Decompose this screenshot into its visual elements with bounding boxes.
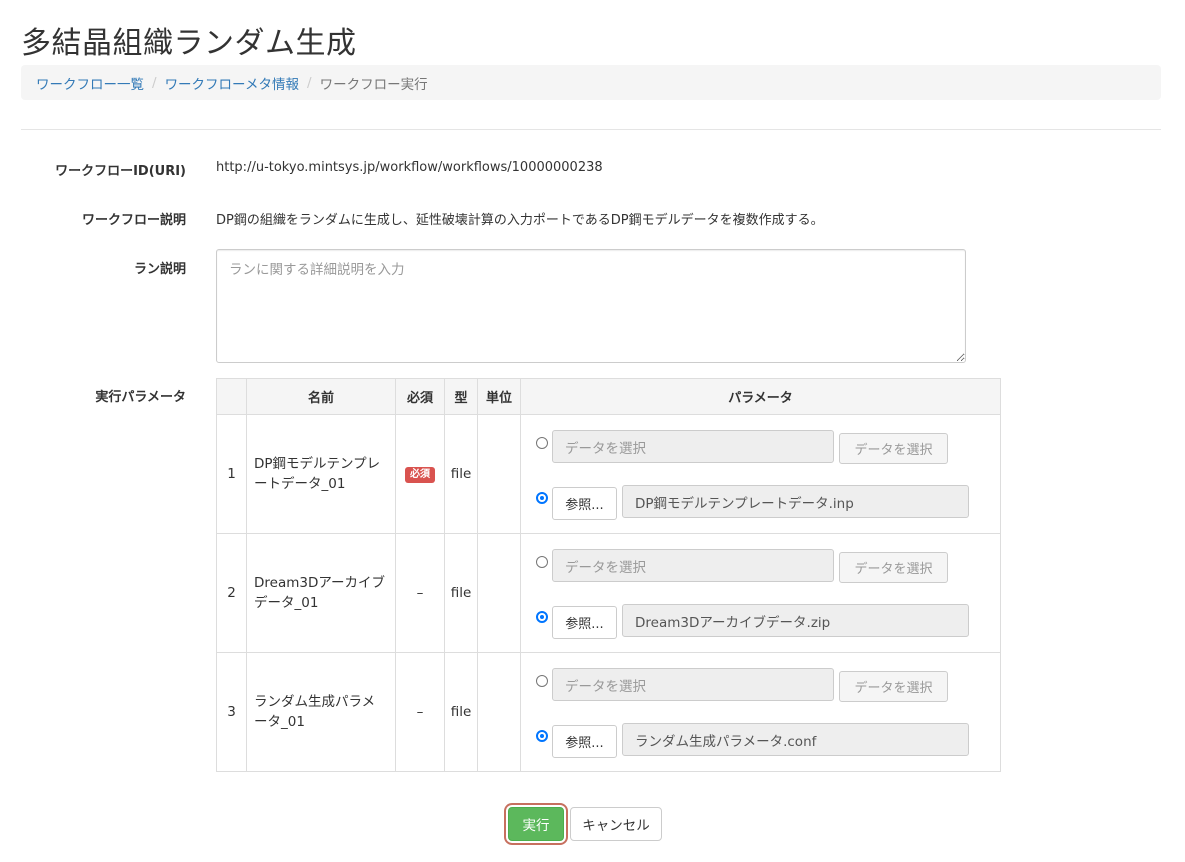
row-name: ランダム生成パラメータ_01 bbox=[246, 652, 396, 772]
col-header-unit: 単位 bbox=[477, 378, 521, 415]
data-select-button[interactable]: データを選択 bbox=[839, 671, 948, 702]
workflow-description-value: DP鋼の組織をランダムに生成し、延性破壊計算の入力ポートであるDP鋼モデルデータ… bbox=[216, 213, 824, 228]
data-select-input[interactable]: データを選択 bbox=[552, 430, 834, 463]
data-select-row: データを選択 データを選択 bbox=[536, 549, 948, 583]
data-select-row: データを選択 データを選択 bbox=[536, 430, 948, 464]
workflow-id-value: http://u-tokyo.mintsys.jp/workflow/workf… bbox=[216, 160, 603, 175]
col-header-type: 型 bbox=[444, 378, 478, 415]
radio-data-select[interactable] bbox=[536, 555, 548, 568]
row-type: file bbox=[444, 414, 478, 534]
breadcrumb: ワークフロー一覧 / ワークフローメタ情報 / ワークフロー実行 bbox=[21, 65, 1161, 100]
run-description-label: ラン説明 bbox=[133, 262, 186, 277]
breadcrumb-link-workflow-list[interactable]: ワークフロー一覧 bbox=[36, 73, 144, 93]
row-num: 3 bbox=[216, 652, 247, 772]
radio-file-browse[interactable] bbox=[536, 729, 548, 742]
file-name-input[interactable]: Dream3Dアーカイブデータ.zip bbox=[622, 604, 969, 637]
workflow-id-label: ワークフローID(URI) bbox=[55, 164, 186, 179]
file-browse-row: 参照... ランダム生成パラメータ.conf bbox=[536, 723, 969, 758]
row-unit bbox=[477, 652, 521, 772]
row-type: file bbox=[444, 652, 478, 772]
radio-data-select[interactable] bbox=[536, 674, 548, 687]
table-row: 1 DP鋼モデルテンプレートデータ_01 必須 file データを選択 データを… bbox=[216, 414, 1001, 534]
divider bbox=[21, 129, 1161, 130]
radio-file-browse[interactable] bbox=[536, 610, 548, 623]
cancel-button[interactable]: キャンセル bbox=[570, 807, 662, 841]
run-params-label: 実行パラメータ bbox=[95, 390, 186, 405]
file-name-input[interactable]: ランダム生成パラメータ.conf bbox=[622, 723, 969, 756]
radio-data-select[interactable] bbox=[536, 436, 548, 449]
required-badge: 必須 bbox=[405, 467, 435, 483]
radio-file-browse[interactable] bbox=[536, 491, 548, 504]
col-header-num bbox=[216, 378, 247, 415]
row-required: – bbox=[395, 652, 445, 772]
breadcrumb-separator: / bbox=[152, 74, 157, 91]
data-select-button[interactable]: データを選択 bbox=[839, 552, 948, 583]
file-name-input[interactable]: DP鋼モデルテンプレートデータ.inp bbox=[622, 485, 969, 518]
row-required: – bbox=[395, 533, 445, 653]
breadcrumb-separator: / bbox=[307, 74, 312, 91]
workflow-description-label: ワークフロー説明 bbox=[81, 213, 186, 228]
table-row: 3 ランダム生成パラメータ_01 – file データを選択 データを選択 参照… bbox=[216, 652, 1001, 772]
row-name: Dream3Dアーカイブデータ_01 bbox=[246, 533, 396, 653]
page-title: 多結晶組織ランダム生成 bbox=[21, 26, 357, 61]
col-header-required: 必須 bbox=[395, 378, 445, 415]
file-browse-row: 参照... Dream3Dアーカイブデータ.zip bbox=[536, 604, 969, 639]
table-header-row: 名前 必須 型 単位 パラメータ bbox=[216, 378, 1001, 415]
browse-button[interactable]: 参照... bbox=[552, 606, 617, 639]
run-description-input[interactable] bbox=[216, 249, 966, 363]
breadcrumb-link-workflow-meta[interactable]: ワークフローメタ情報 bbox=[165, 73, 299, 93]
row-type: file bbox=[444, 533, 478, 653]
data-select-button[interactable]: データを選択 bbox=[839, 433, 948, 464]
row-num: 2 bbox=[216, 533, 247, 653]
table-row: 2 Dream3Dアーカイブデータ_01 – file データを選択 データを選… bbox=[216, 533, 1001, 653]
data-select-input[interactable]: データを選択 bbox=[552, 549, 834, 582]
data-select-input[interactable]: データを選択 bbox=[552, 668, 834, 701]
params-table: 名前 必須 型 単位 パラメータ 1 DP鋼モデルテンプレートデータ_01 必須… bbox=[216, 378, 1001, 772]
row-required: 必須 bbox=[395, 414, 445, 534]
row-unit bbox=[477, 533, 521, 653]
breadcrumb-current: ワークフロー実行 bbox=[319, 76, 428, 93]
col-header-name: 名前 bbox=[246, 378, 396, 415]
row-param: データを選択 データを選択 参照... Dream3Dアーカイブデータ.zip bbox=[520, 533, 1001, 653]
run-button[interactable]: 実行 bbox=[508, 807, 564, 841]
browse-button[interactable]: 参照... bbox=[552, 487, 617, 520]
row-param: データを選択 データを選択 参照... DP鋼モデルテンプレートデータ.inp bbox=[520, 414, 1001, 534]
file-browse-row: 参照... DP鋼モデルテンプレートデータ.inp bbox=[536, 485, 969, 520]
row-num: 1 bbox=[216, 414, 247, 534]
row-unit bbox=[477, 414, 521, 534]
data-select-row: データを選択 データを選択 bbox=[536, 668, 948, 702]
col-header-param: パラメータ bbox=[520, 378, 1001, 415]
browse-button[interactable]: 参照... bbox=[552, 725, 617, 758]
row-param: データを選択 データを選択 参照... ランダム生成パラメータ.conf bbox=[520, 652, 1001, 772]
row-name: DP鋼モデルテンプレートデータ_01 bbox=[246, 414, 396, 534]
